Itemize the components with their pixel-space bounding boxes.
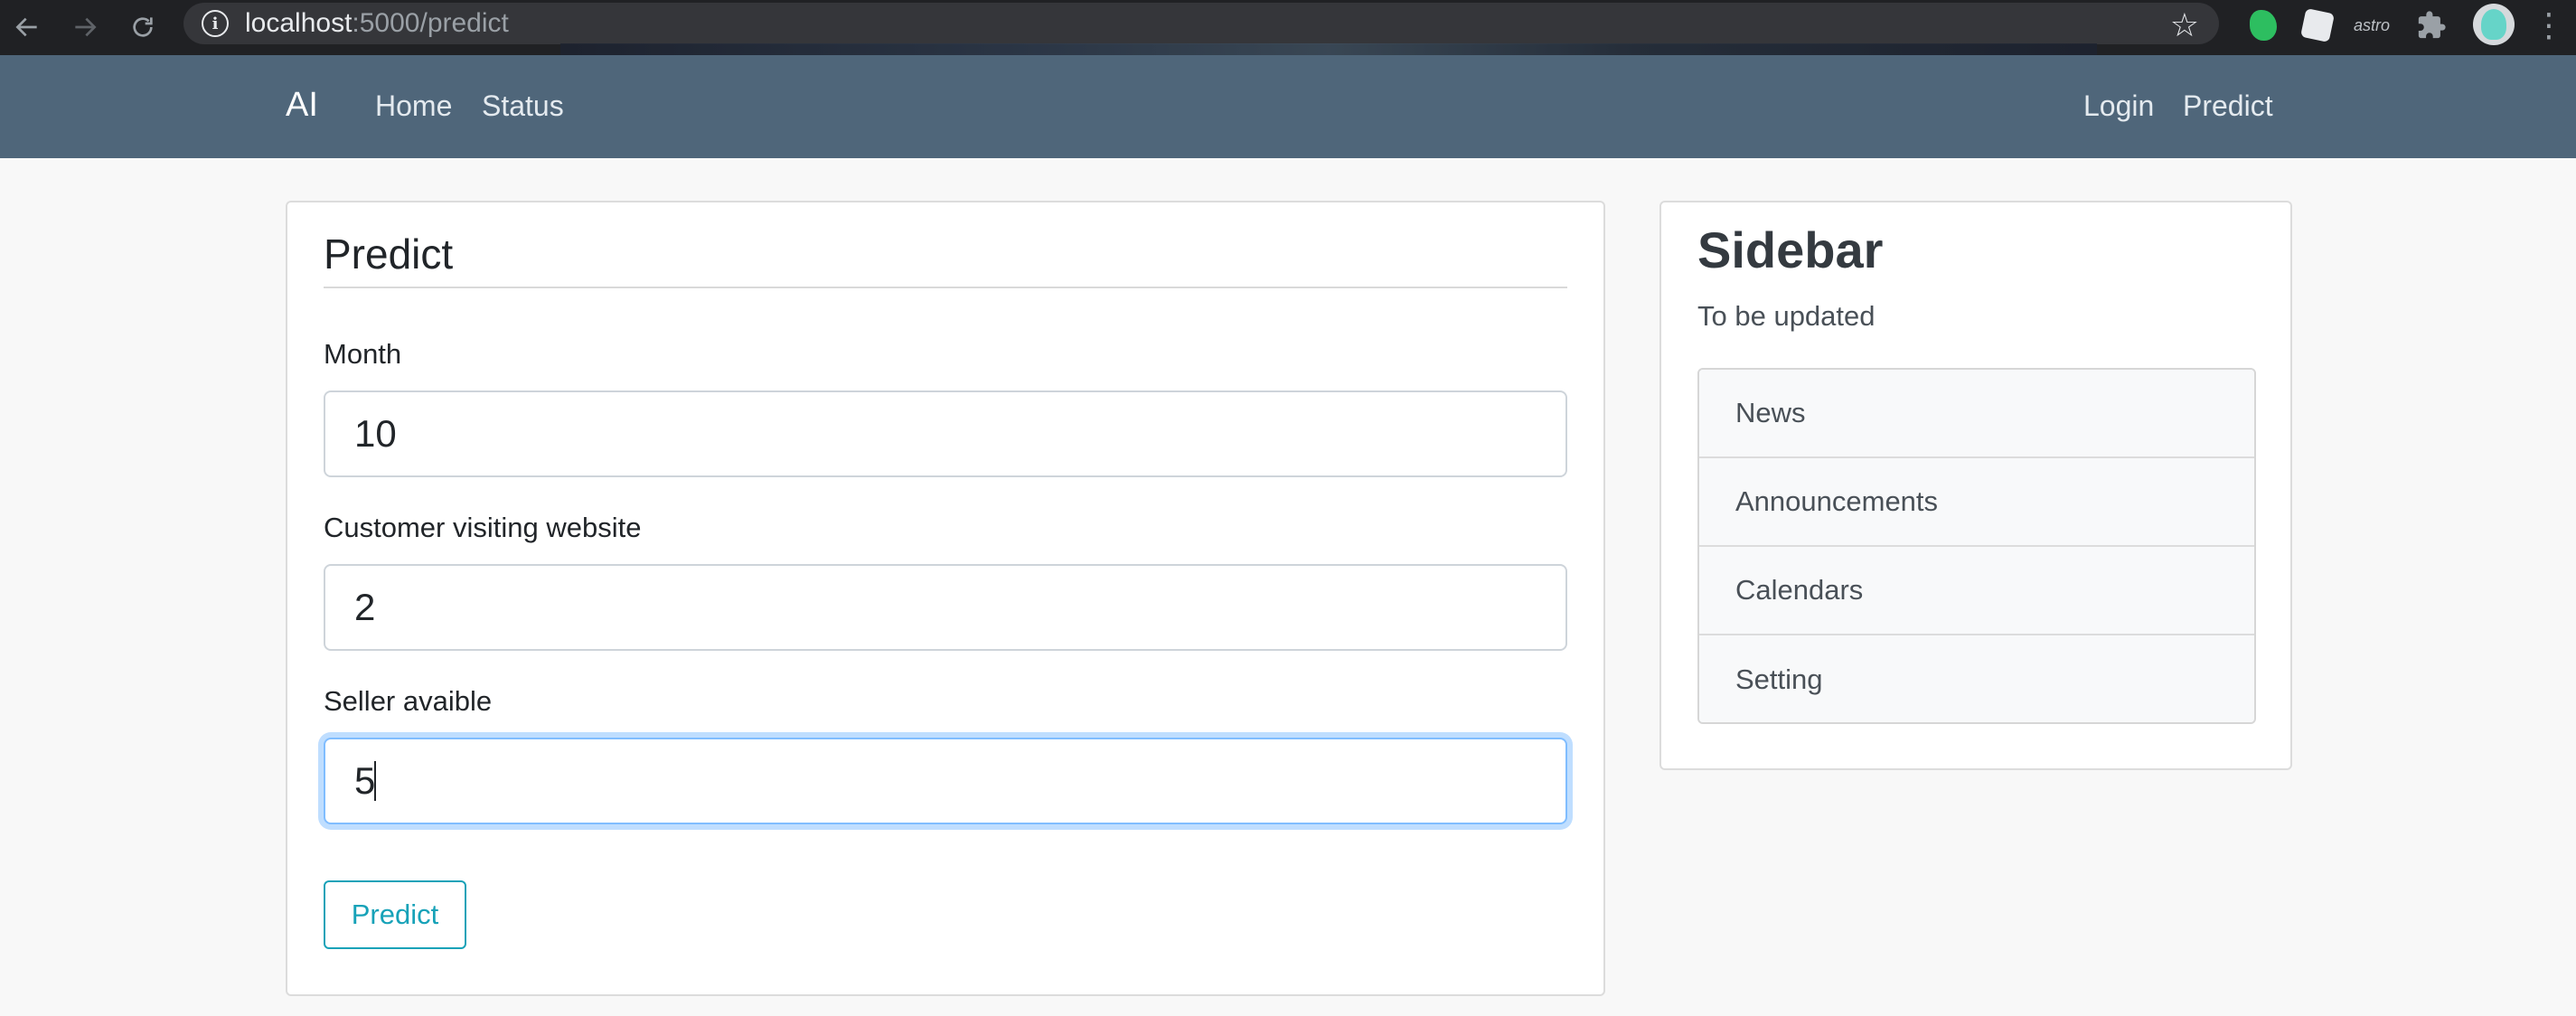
sidebar-item-setting[interactable]: Setting <box>1699 635 2254 722</box>
nav-link-login[interactable]: Login <box>2083 89 2154 123</box>
sidebar-card: Sidebar To be updated News Announcements… <box>1659 201 2292 770</box>
sidebar-subtitle: To be updated <box>1697 300 1876 332</box>
url-text[interactable]: localhost:5000/predict <box>245 8 509 39</box>
nav-link-status[interactable]: Status <box>482 89 564 123</box>
sidebar-title: Sidebar <box>1697 221 1884 278</box>
bookmark-star-icon[interactable]: ☆ <box>2170 6 2199 44</box>
forward-arrow-icon[interactable] <box>63 5 107 49</box>
sidebar-list: News Announcements Calendars Setting <box>1697 368 2256 724</box>
customer-visiting-input[interactable] <box>324 564 1567 651</box>
browser-chrome: i localhost:5000/predict ☆ astro ⋮ <box>0 0 2576 55</box>
sidebar-item-announcements[interactable]: Announcements <box>1699 458 2254 547</box>
text-caret <box>374 761 376 801</box>
site-navbar: AI Home Status Login Predict <box>0 55 2576 158</box>
address-bar[interactable]: i localhost:5000/predict ☆ <box>183 3 2219 44</box>
predict-form-card: Predict Month Customer visiting website … <box>286 201 1605 996</box>
navbar-brand[interactable]: AI <box>286 86 318 125</box>
nav-link-home[interactable]: Home <box>375 89 452 123</box>
dice-extension-icon[interactable] <box>2299 7 2336 43</box>
seller-available-input[interactable] <box>324 738 1567 824</box>
form-title-divider <box>324 287 1567 288</box>
url-host: localhost <box>245 8 353 38</box>
extensions-puzzle-icon[interactable] <box>2413 7 2449 43</box>
sidebar-item-news[interactable]: News <box>1699 370 2254 458</box>
url-path: :5000/predict <box>352 8 509 38</box>
profile-avatar[interactable] <box>2473 4 2515 45</box>
month-input[interactable] <box>324 390 1567 477</box>
predict-submit-button[interactable]: Predict <box>324 880 466 949</box>
form-title: Predict <box>324 230 454 278</box>
astro-extension-icon[interactable]: astro <box>2354 7 2390 43</box>
customer-visiting-label: Customer visiting website <box>324 512 642 543</box>
back-arrow-icon[interactable] <box>5 5 49 49</box>
sidebar-item-calendars[interactable]: Calendars <box>1699 547 2254 635</box>
reload-icon[interactable] <box>121 5 165 49</box>
month-label: Month <box>324 338 402 370</box>
evernote-extension-icon[interactable] <box>2245 7 2281 43</box>
info-icon[interactable]: i <box>202 10 229 37</box>
browser-menu-icon[interactable]: ⋮ <box>2531 6 2567 43</box>
nav-link-predict[interactable]: Predict <box>2183 89 2273 123</box>
seller-available-label: Seller avaible <box>324 685 493 717</box>
